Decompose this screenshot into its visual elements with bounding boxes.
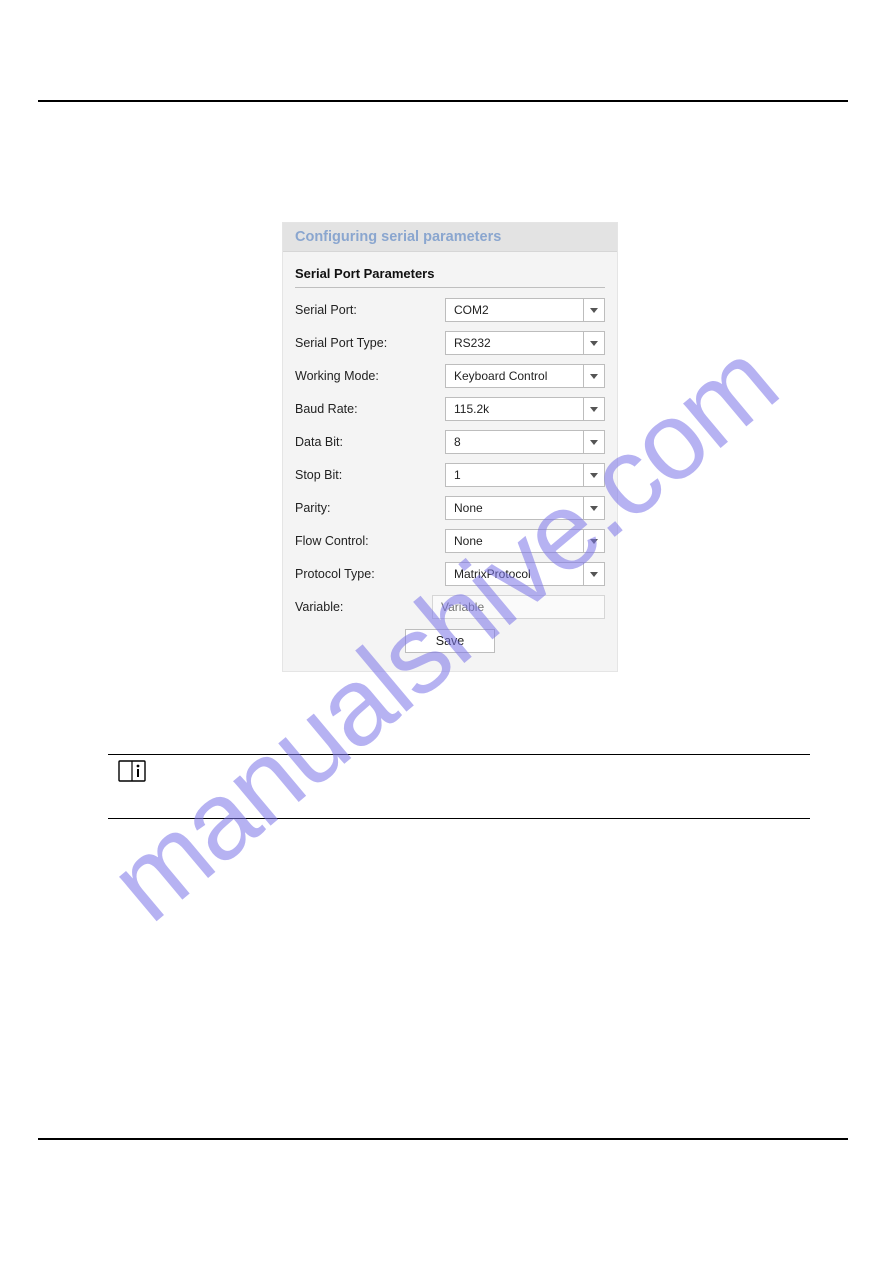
select-value: None	[445, 496, 583, 520]
row-working-mode: Working Mode: Keyboard Control	[295, 364, 605, 388]
row-variable: Variable:	[295, 595, 605, 619]
chevron-down-icon	[583, 298, 605, 322]
select-stop-bit[interactable]: 1	[445, 463, 605, 487]
row-data-bit: Data Bit: 8	[295, 430, 605, 454]
variable-input[interactable]	[432, 595, 605, 619]
label-variable: Variable:	[295, 600, 432, 614]
select-flow-control[interactable]: None	[445, 529, 605, 553]
chevron-down-icon	[583, 397, 605, 421]
select-protocol-type[interactable]: MatrixProtocol	[445, 562, 605, 586]
label-serial-port-type: Serial Port Type:	[295, 336, 445, 350]
select-value: 8	[445, 430, 583, 454]
section-title: Serial Port Parameters	[295, 266, 605, 288]
select-parity[interactable]: None	[445, 496, 605, 520]
info-book-icon	[118, 760, 146, 782]
label-baud-rate: Baud Rate:	[295, 402, 445, 416]
label-working-mode: Working Mode:	[295, 369, 445, 383]
label-serial-port: Serial Port:	[295, 303, 445, 317]
select-value: MatrixProtocol	[445, 562, 583, 586]
serial-params-panel: Configuring serial parameters Serial Por…	[282, 222, 618, 672]
panel-title: Configuring serial parameters	[283, 223, 617, 252]
select-working-mode[interactable]: Keyboard Control	[445, 364, 605, 388]
select-value: 115.2k	[445, 397, 583, 421]
select-baud-rate[interactable]: 115.2k	[445, 397, 605, 421]
chevron-down-icon	[583, 496, 605, 520]
divider-top	[38, 100, 848, 102]
row-serial-port: Serial Port: COM2	[295, 298, 605, 322]
select-value: 1	[445, 463, 583, 487]
select-serial-port[interactable]: COM2	[445, 298, 605, 322]
chevron-down-icon	[583, 364, 605, 388]
row-flow-control: Flow Control: None	[295, 529, 605, 553]
select-serial-port-type[interactable]: RS232	[445, 331, 605, 355]
select-value: COM2	[445, 298, 583, 322]
chevron-down-icon	[583, 463, 605, 487]
label-data-bit: Data Bit:	[295, 435, 445, 449]
select-data-bit[interactable]: 8	[445, 430, 605, 454]
row-stop-bit: Stop Bit: 1	[295, 463, 605, 487]
label-stop-bit: Stop Bit:	[295, 468, 445, 482]
divider-bottom	[38, 1138, 848, 1140]
chevron-down-icon	[583, 529, 605, 553]
select-value: None	[445, 529, 583, 553]
chevron-down-icon	[583, 331, 605, 355]
select-value: RS232	[445, 331, 583, 355]
label-protocol-type: Protocol Type:	[295, 567, 445, 581]
label-flow-control: Flow Control:	[295, 534, 445, 548]
row-serial-port-type: Serial Port Type: RS232	[295, 331, 605, 355]
row-parity: Parity: None	[295, 496, 605, 520]
divider-note-bottom	[108, 818, 810, 819]
chevron-down-icon	[583, 430, 605, 454]
divider-note-top	[108, 754, 810, 755]
row-protocol-type: Protocol Type: MatrixProtocol	[295, 562, 605, 586]
select-value: Keyboard Control	[445, 364, 583, 388]
label-parity: Parity:	[295, 501, 445, 515]
save-button[interactable]: Save	[405, 629, 495, 653]
row-baud-rate: Baud Rate: 115.2k	[295, 397, 605, 421]
chevron-down-icon	[583, 562, 605, 586]
